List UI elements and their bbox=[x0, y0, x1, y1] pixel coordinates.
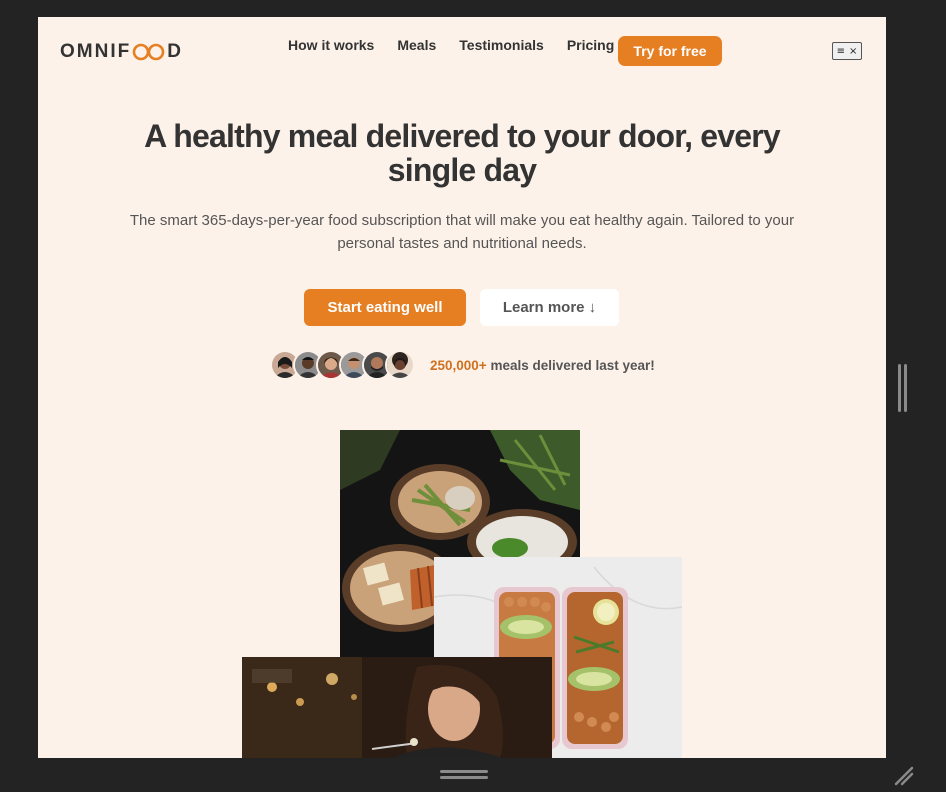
hero-image-woman-eating bbox=[242, 657, 552, 758]
vertical-scroll-handle[interactable] bbox=[898, 364, 910, 412]
delivered-meals-block: 250,000+ meals delivered last year! bbox=[270, 350, 655, 380]
hero-description: The smart 365-days-per-year food subscri… bbox=[129, 212, 795, 252]
window-right-rail bbox=[886, 17, 946, 758]
learn-more-button[interactable]: Learn more ↓ bbox=[480, 289, 619, 326]
try-for-free-button[interactable]: Try for free bbox=[618, 36, 722, 66]
customer-avatar bbox=[385, 350, 415, 380]
start-eating-well-button[interactable]: Start eating well bbox=[304, 289, 466, 326]
nav-link-testimonials[interactable]: Testimonials bbox=[459, 37, 544, 53]
nav-link-pricing[interactable]: Pricing bbox=[567, 37, 614, 53]
nav-link-meals[interactable]: Meals bbox=[397, 37, 436, 53]
hero-heading: A healthy meal delivered to your door, e… bbox=[144, 118, 781, 188]
mobile-menu-toggle[interactable]: ≡ × bbox=[832, 42, 862, 60]
bottom-drag-handle[interactable] bbox=[440, 770, 488, 782]
logo-text-right: D bbox=[167, 41, 183, 62]
nav-link-how-it-works[interactable]: How it works bbox=[288, 37, 374, 53]
logo-infinity-icon bbox=[132, 43, 166, 61]
close-icon: × bbox=[849, 45, 858, 57]
meals-delivered-text: 250,000+ meals delivered last year! bbox=[430, 358, 655, 373]
omnifood-logo[interactable]: OMNIF D bbox=[60, 41, 183, 63]
webpage-viewport: OMNIF D How it works Meals Testimonials … bbox=[38, 17, 886, 758]
resize-grip-icon[interactable] bbox=[892, 764, 916, 788]
meals-delivered-label: meals delivered last year! bbox=[486, 357, 655, 373]
logo-text-left: OMNIF bbox=[60, 41, 132, 62]
menu-icon: ≡ bbox=[836, 45, 845, 57]
meals-delivered-count: 250,000+ bbox=[430, 357, 487, 373]
main-nav: How it works Meals Testimonials Pricing bbox=[288, 37, 637, 53]
